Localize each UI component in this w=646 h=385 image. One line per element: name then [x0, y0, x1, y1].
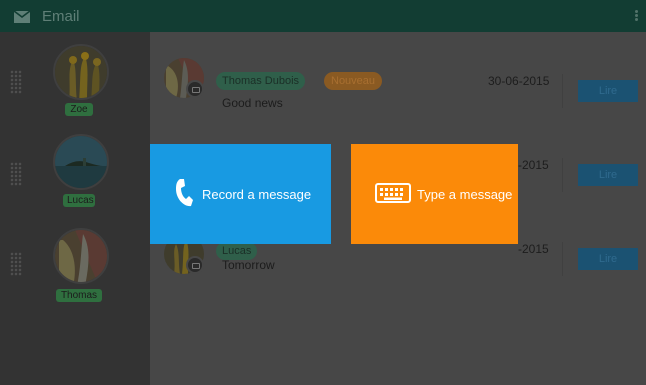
type-message-label: Type a message: [417, 186, 513, 202]
contact-item[interactable]: Zoe: [0, 40, 150, 130]
avatar: [53, 44, 109, 100]
read-button[interactable]: Lire: [578, 80, 638, 102]
drag-handle-icon[interactable]: [10, 70, 22, 94]
envelope-icon: [13, 10, 31, 23]
message-row[interactable]: Thomas Dubois Nouveau Good news 30-06-20…: [150, 44, 646, 128]
record-message-button[interactable]: Record a message: [150, 144, 331, 244]
read-button[interactable]: Lire: [578, 164, 638, 186]
divider: [562, 242, 563, 276]
app-title: Email: [42, 7, 80, 25]
read-button[interactable]: Lire: [578, 248, 638, 270]
drag-handle-icon[interactable]: [10, 252, 22, 276]
message-date: -2015: [518, 242, 549, 256]
new-badge: Nouveau: [324, 72, 383, 90]
avatar: [53, 134, 109, 190]
top-bar: Email: [0, 0, 646, 32]
contacts-sidebar: Zoe Lucas Thomas: [0, 32, 150, 385]
divider: [562, 74, 563, 108]
contact-name: Zoe: [65, 103, 93, 116]
message-subject: Tomorrow: [222, 258, 275, 272]
contact-item[interactable]: Lucas: [0, 132, 150, 222]
email-badge-icon: [186, 80, 204, 98]
sender-chip: Thomas Dubois: [216, 72, 306, 90]
divider: [562, 158, 563, 192]
message-date: -2015: [518, 158, 549, 172]
type-message-button[interactable]: Type a message: [351, 144, 518, 244]
overflow-menu-icon[interactable]: [635, 10, 638, 22]
app-window: Email Zoe Lucas Thomas Thomas Dubois Nou…: [0, 0, 646, 385]
drag-handle-icon[interactable]: [10, 162, 22, 186]
phone-icon: [174, 178, 194, 211]
contact-name: Lucas: [63, 194, 95, 207]
record-message-label: Record a message: [202, 186, 312, 202]
contact-name: Thomas: [56, 289, 102, 302]
message-subject: Good news: [222, 96, 283, 110]
contact-item[interactable]: Thomas: [0, 222, 150, 312]
email-badge-icon: [186, 256, 204, 274]
avatar: [53, 228, 109, 284]
keyboard-icon: [375, 182, 411, 206]
message-date: 30-06-2015: [488, 74, 550, 88]
